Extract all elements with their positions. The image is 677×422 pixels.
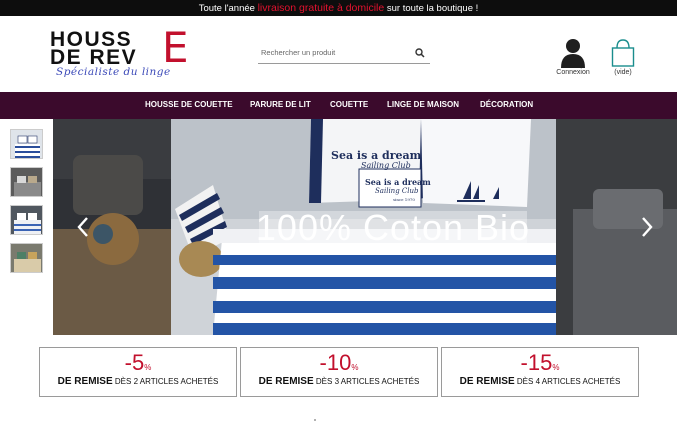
announcement-highlight: livraison gratuite à domicile — [257, 2, 385, 14]
promo-box-1[interactable]: -5% DE REMISE DÈS 2 ARTICLES ACHETÉS — [39, 347, 237, 397]
cart-label: (vide) — [614, 69, 632, 76]
bag-icon — [611, 39, 635, 67]
thumbnail-1[interactable] — [10, 129, 43, 159]
nav-item-parure-de-lit[interactable]: PARURE DE LIT — [250, 100, 311, 109]
promo-strong-3: DE REMISE — [459, 376, 515, 387]
main-nav: HOUSSE DE COUETTE PARURE DE LIT COUETTE … — [0, 92, 677, 119]
announcement-bar: Toute l'année livraison gratuite à domic… — [0, 0, 677, 16]
account-label: Connexion — [556, 69, 590, 76]
nav-item-couette[interactable]: COUETTE — [330, 100, 368, 109]
promo-box-2[interactable]: -10% DE REMISE DÈS 3 ARTICLES ACHETÉS — [240, 347, 438, 397]
thumbnail-2[interactable] — [10, 167, 43, 197]
account-link[interactable]: Connexion — [552, 38, 594, 88]
chevron-left-icon[interactable] — [76, 216, 90, 238]
thumbnail-3[interactable] — [10, 205, 43, 235]
logo[interactable]: HOUSS DE REV E Spécialiste du linge — [50, 23, 190, 82]
promo-value-2: -10 — [319, 350, 352, 375]
slider-thumbnails — [0, 119, 53, 335]
nav-item-linge-de-maison[interactable]: LINGE DE MAISON — [387, 100, 459, 109]
hero-slider[interactable]: Sea is a dream Sailing Club Sea is a dre… — [53, 119, 677, 335]
promo-value-3: -15 — [520, 350, 553, 375]
promo-rest-2: DÈS 3 ARTICLES ACHETÉS — [315, 377, 420, 386]
promo-strong-1: DE REMISE — [57, 376, 113, 387]
pillow-text-4: Sailing Club — [375, 187, 419, 195]
pillow-text-2: Sailing Club — [361, 161, 411, 170]
logo-big-letter: E — [162, 23, 189, 72]
chevron-right-icon[interactable] — [640, 216, 654, 238]
search-bar[interactable]: Rechercher un produit — [258, 44, 430, 64]
promo-unit-1: % — [144, 363, 152, 372]
promo-line-3: DE REMISE DÈS 4 ARTICLES ACHETÉS — [442, 376, 638, 387]
announcement-text-pre: Toute l'année — [198, 3, 255, 14]
promo-line-2: DE REMISE DÈS 3 ARTICLES ACHETÉS — [241, 376, 437, 387]
nav-item-housse-de-couette[interactable]: HOUSSE DE COUETTE — [145, 100, 233, 109]
pillow-text-3: Sea is a dream — [365, 177, 431, 187]
promo-strong-2: DE REMISE — [258, 376, 314, 387]
pillow-text-5: since 1970 — [393, 197, 415, 202]
promo-line-1: DE REMISE DÈS 2 ARTICLES ACHETÉS — [40, 376, 236, 387]
nav-item-decoration[interactable]: DÉCORATION — [480, 100, 533, 109]
search-input[interactable]: Rechercher un produit — [261, 48, 335, 57]
logo-tagline: Spécialiste du linge — [56, 66, 171, 78]
promo-rest-3: DÈS 4 ARTICLES ACHETÉS — [516, 377, 621, 386]
logo-line-2: DE REV — [50, 46, 138, 69]
slider-caption: 100% Coton Bio — [255, 207, 531, 248]
search-icon[interactable] — [415, 48, 425, 58]
promo-rest-1: DÈS 2 ARTICLES ACHETÉS — [114, 377, 219, 386]
pagination-dot — [314, 419, 316, 421]
header: HOUSS DE REV E Spécialiste du linge Rech… — [0, 16, 677, 92]
user-icon — [561, 39, 585, 68]
announcement-text-post: sur toute la boutique ! — [386, 3, 479, 14]
cart-link[interactable]: (vide) — [606, 38, 640, 88]
promo-row: -5% DE REMISE DÈS 2 ARTICLES ACHETÉS -10… — [0, 347, 677, 399]
promo-unit-3: % — [552, 363, 560, 372]
promo-value-1: -5 — [124, 350, 145, 375]
promo-box-3[interactable]: -15% DE REMISE DÈS 4 ARTICLES ACHETÉS — [441, 347, 639, 397]
thumbnail-4[interactable] — [10, 243, 43, 273]
promo-unit-2: % — [351, 363, 359, 372]
